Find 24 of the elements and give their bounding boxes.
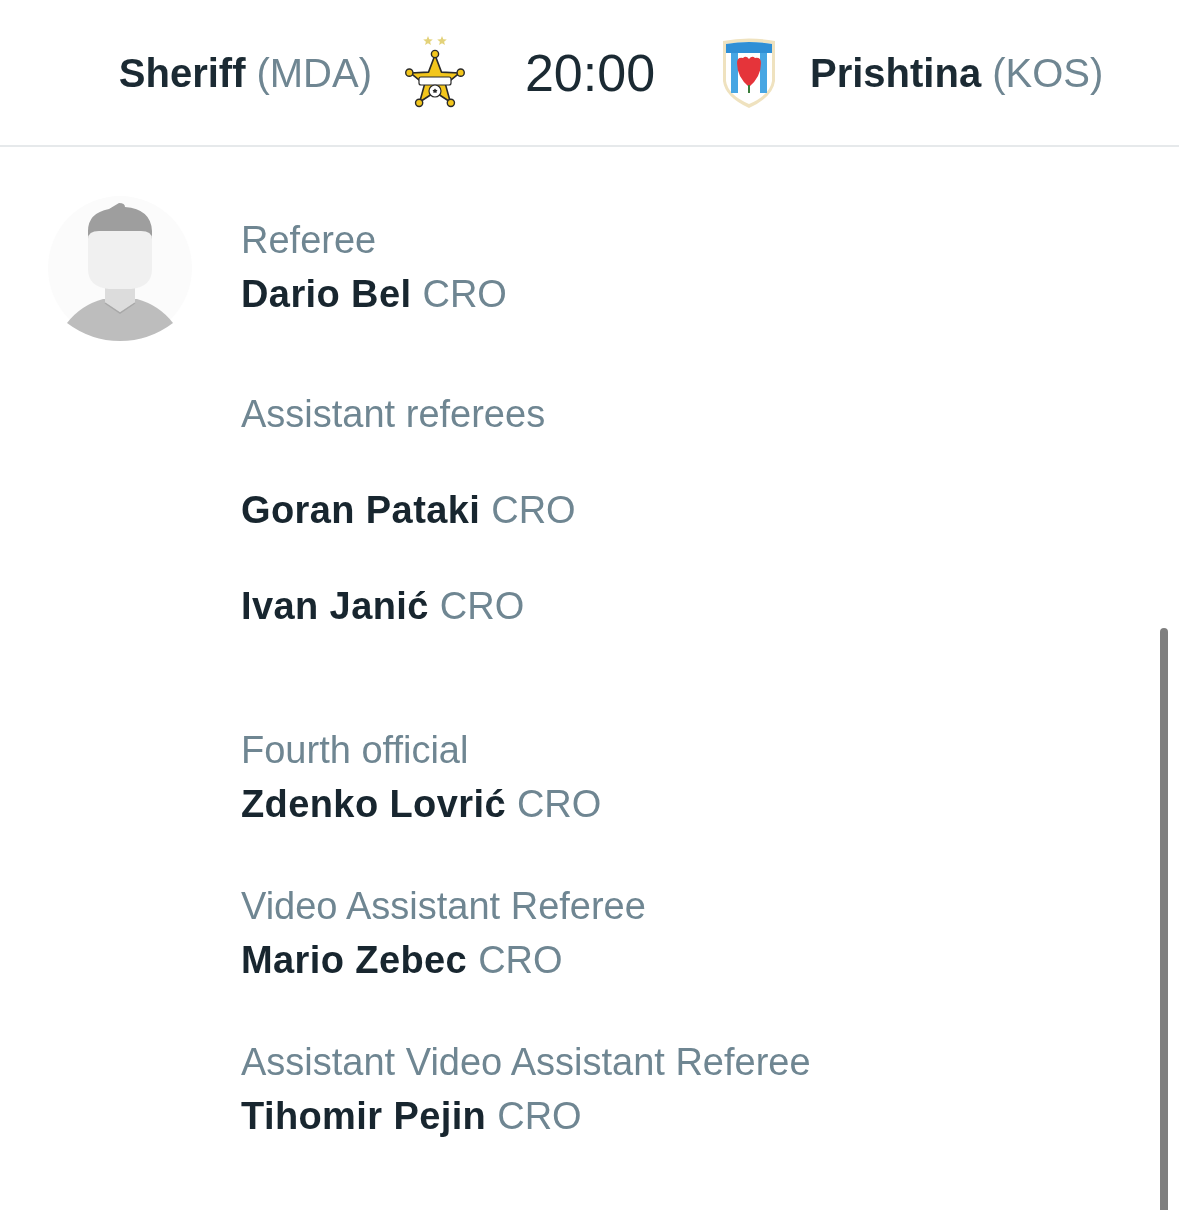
team-country: (KOS)	[992, 49, 1104, 97]
team-country: (MDA)	[256, 49, 372, 97]
official-name: Ivan Janić	[241, 584, 429, 629]
official-name: Tihomir Pejin	[241, 1094, 487, 1139]
scrollbar-thumb[interactable]	[1160, 628, 1168, 1210]
nationality-code: CRO	[497, 1094, 582, 1139]
nationality-code: CRO	[422, 272, 507, 317]
nationality-code: CRO	[516, 782, 602, 827]
role-label: Fourth official	[241, 728, 469, 773]
official-name: Mario Zebec	[241, 938, 468, 983]
official-name: Zdenko Lovrić	[241, 782, 506, 827]
role-label: Assistant referees	[241, 392, 546, 437]
role-label: Video Assistant Referee	[241, 884, 646, 929]
official-name: Goran Pataki	[241, 488, 481, 533]
team-name: Prishtina	[810, 49, 982, 97]
role-label: Referee	[241, 218, 377, 263]
team-name: Sheriff	[118, 49, 246, 97]
role-label: Assistant Video Assistant Referee	[241, 1040, 811, 1085]
nationality-code: CRO	[439, 584, 525, 629]
shield-crest-icon	[721, 36, 777, 109]
kickoff-time: 20:00	[523, 42, 657, 103]
nationality-code: CRO	[478, 938, 563, 983]
official-name: Dario Bel	[241, 272, 412, 317]
nationality-code: CRO	[491, 488, 576, 533]
